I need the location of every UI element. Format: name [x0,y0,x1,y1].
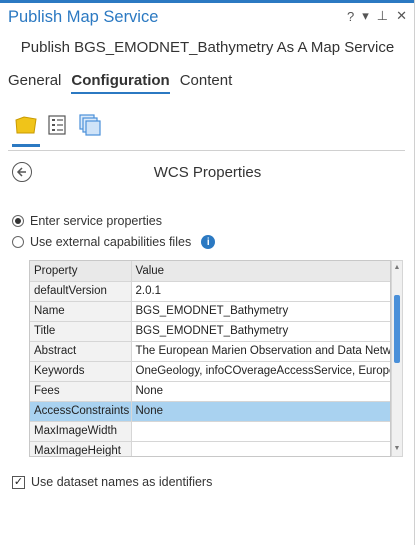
property-cell: Title [30,321,132,342]
info-icon[interactable]: i [201,235,216,249]
enter-properties-label: Enter service properties [30,214,163,228]
external-capabilities-option[interactable]: Use external capabilities files i [12,235,216,249]
table-row[interactable]: Abstract The European Marien Observation… [30,341,390,362]
dataset-names-label: Use dataset names as identifiers [31,475,213,489]
property-column-header[interactable]: Property [30,261,132,282]
property-cell: MaxImageWidth [30,421,132,442]
grid-scrollbar[interactable]: ▲ ▼ [391,260,403,457]
table-row[interactable]: MaxImageHeight [30,441,390,456]
property-cell: MaxImageHeight [30,441,132,456]
configuration-icon-bar [14,113,102,137]
table-row[interactable]: Title BGS_EMODNET_Bathymetry [30,321,390,342]
table-row[interactable]: MaxImageWidth [30,421,390,442]
table-row[interactable]: defaultVersion 2.0.1 [30,281,390,302]
property-cell: Name [30,301,132,322]
table-row[interactable]: Name BGS_EMODNET_Bathymetry [30,301,390,322]
section-divider [8,150,405,151]
grid-header-row: Property Value [30,261,390,282]
properties-grid: Property Value defaultVersion 2.0.1 Name… [29,260,391,457]
value-cell[interactable]: The European Marien Observation and Data… [131,341,390,362]
help-icon[interactable]: ? [347,9,354,24]
value-cell[interactable] [131,421,390,442]
selected-icon-indicator [12,144,40,147]
pane-title: Publish Map Service [8,8,159,26]
enter-properties-option[interactable]: Enter service properties [12,214,162,228]
external-capabilities-label: Use external capabilities files [30,235,192,249]
dataset-names-option[interactable]: ✓ Use dataset names as identifiers [12,475,212,489]
dataset-names-checkbox[interactable]: ✓ [12,475,25,489]
options-menu-icon[interactable]: ▾ [362,8,369,24]
publish-subtitle: Publish BGS_EMODNET_Bathymetry As A Map … [20,39,395,56]
table-row[interactable]: Keywords OneGeology, infoCOverageAccessS… [30,361,390,382]
value-cell[interactable]: OneGeology, infoCOverageAccessService, E… [131,361,390,382]
value-cell[interactable] [131,441,390,456]
pin-icon[interactable]: ⊥ [377,8,388,24]
tab-content[interactable]: Content [180,72,233,94]
table-row[interactable]: Fees None [30,381,390,402]
value-cell[interactable]: BGS_EMODNET_Bathymetry [131,321,390,342]
value-cell[interactable]: None [131,381,390,402]
properties-list-icon[interactable] [46,113,70,137]
property-cell: defaultVersion [30,281,132,302]
table-row-selected[interactable]: AccessConstraints None [30,401,390,422]
layer-folder-icon[interactable] [14,113,38,137]
pane-top-border [0,0,415,3]
property-cell: Keywords [30,361,132,382]
property-cell: Abstract [30,341,132,362]
external-capabilities-radio[interactable] [12,236,24,248]
section-title: WCS Properties [153,164,262,181]
enter-properties-radio[interactable] [12,215,24,227]
scroll-up-icon[interactable]: ▲ [392,263,402,273]
property-cell: AccessConstraints [30,401,132,422]
close-icon[interactable]: ✕ [396,8,407,24]
value-cell[interactable]: None [131,401,390,422]
scroll-down-icon[interactable]: ▼ [392,444,402,454]
scroll-thumb[interactable] [394,295,400,363]
value-cell[interactable]: 2.0.1 [131,281,390,302]
tab-general[interactable]: General [8,72,61,94]
value-cell[interactable]: BGS_EMODNET_Bathymetry [131,301,390,322]
value-column-header[interactable]: Value [131,261,390,282]
pane-controls: ? ▾ ⊥ ✕ [347,8,407,24]
property-cell: Fees [30,381,132,402]
tab-configuration[interactable]: Configuration [71,72,170,94]
capabilities-stack-icon[interactable] [78,113,102,137]
tab-bar: General Configuration Content [8,72,232,94]
